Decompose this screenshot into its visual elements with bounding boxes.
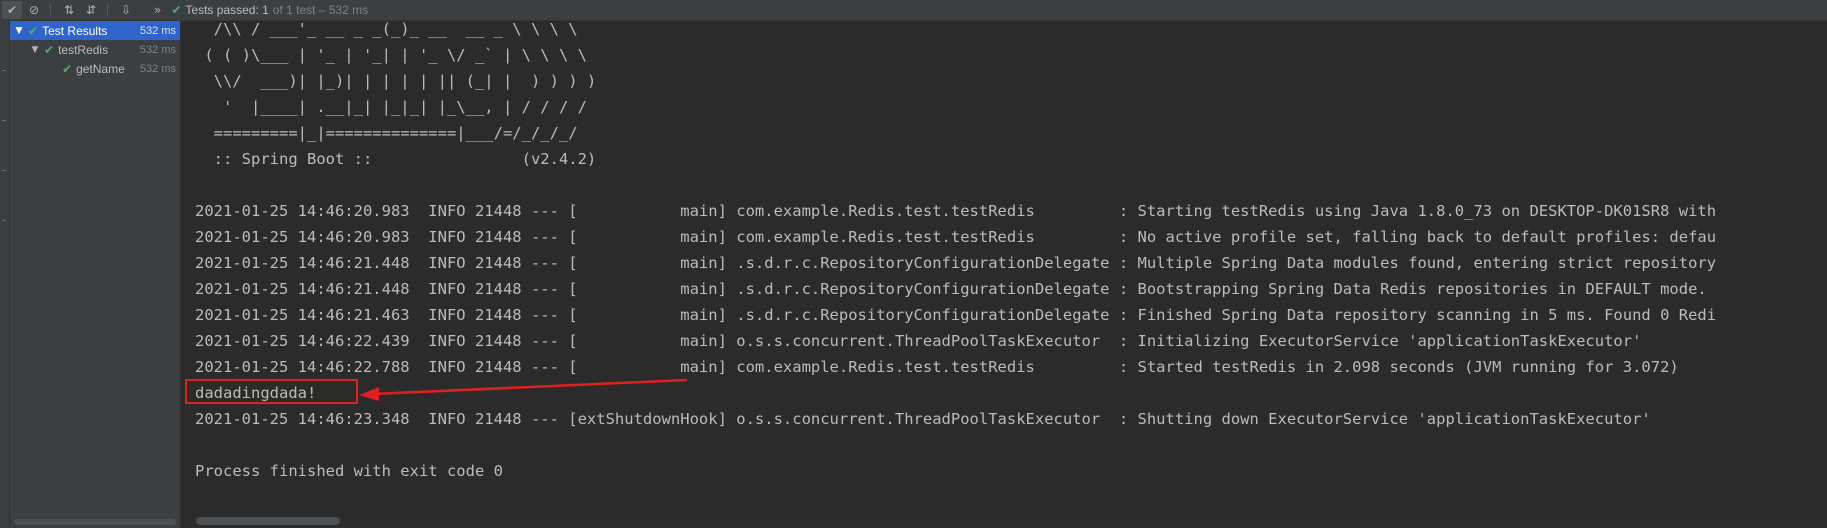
sort-duration-icon: ⇵: [85, 3, 97, 17]
console-line: ' |____| .__|_| |_|_| |_\__, | / / / /: [195, 98, 587, 116]
console-line: 2021-01-25 14:46:23.348 INFO 21448 --- […: [195, 410, 1651, 428]
console-line: ( ( )\___ | '_ | '_| | '_ \/ _` | \ \ \ …: [195, 46, 587, 64]
tree-item-duration: 532 ms: [139, 24, 176, 37]
status-detail: of 1 test – 532 ms: [272, 3, 369, 17]
import-tests-button[interactable]: ⇩: [116, 1, 136, 19]
show-ignored-button[interactable]: ⊘: [24, 1, 44, 19]
console-line: 2021-01-25 14:46:20.983 INFO 21448 --- […: [195, 228, 1717, 246]
console-line: 2021-01-25 14:46:20.983 INFO 21448 --- […: [195, 202, 1717, 220]
chevron-down-icon[interactable]: ▼: [30, 45, 40, 55]
sort-alpha-button[interactable]: ⇅: [59, 1, 79, 19]
tree-item-test-results[interactable]: ▼ ✔ Test Results 532 ms: [10, 21, 180, 40]
test-results-tree: ▼ ✔ Test Results 532 ms ▼ ✔ testRedis 53…: [10, 21, 181, 528]
sort-duration-button[interactable]: ⇵: [81, 1, 101, 19]
show-ignored-icon: ⊘: [28, 3, 40, 17]
sort-alpha-icon: ⇅: [63, 3, 75, 17]
chevron-down-icon[interactable]: ▼: [14, 26, 24, 36]
console-line: :: Spring Boot :: (v2.4.2): [195, 150, 597, 168]
console-line: Process finished with exit code 0: [195, 462, 503, 480]
check-icon: ✔: [44, 42, 55, 57]
tree-item-testredis[interactable]: ▼ ✔ testRedis 532 ms: [10, 40, 180, 59]
console-line: 2021-01-25 14:46:21.448 INFO 21448 --- […: [195, 254, 1717, 272]
tree-item-getname[interactable]: ✔ getName 532 ms: [10, 59, 180, 78]
check-icon: ✔: [28, 23, 39, 38]
status-passed: Tests passed: 1: [185, 3, 269, 17]
test-status: ✔ Tests passed: 1 of 1 test – 532 ms: [171, 3, 368, 17]
check-icon: ✔: [62, 61, 73, 76]
console-line: 2021-01-25 14:46:22.439 INFO 21448 --- […: [195, 332, 1642, 350]
tree-item-label: Test Results: [42, 23, 108, 38]
side-tool-strip: [0, 20, 10, 528]
console-horizontal-scrollbar[interactable]: [196, 517, 340, 525]
tree-item-duration: 532 ms: [139, 43, 176, 56]
tree-item-label: getName: [76, 61, 125, 76]
check-icon: ✔: [171, 3, 182, 17]
tree-item-duration: 532 ms: [139, 62, 176, 75]
console-line: 2021-01-25 14:46:21.448 INFO 21448 --- […: [195, 280, 1707, 298]
annotation-box: [185, 379, 358, 404]
more-actions-icon[interactable]: »: [154, 3, 161, 17]
tree-item-label: testRedis: [58, 42, 109, 57]
test-runner-toolbar: ✔ ⊘ ⇅ ⇵ ⇩ » ✔ Tests passed: 1 of 1 test …: [0, 0, 1827, 21]
console-line: /\\ / ___'_ __ _ _(_)_ __ __ _ \ \ \ \: [195, 21, 578, 38]
show-passed-button[interactable]: ✔: [2, 1, 22, 19]
console-line: =========|_|==============|___/=/_/_/_/: [195, 124, 578, 142]
console-line: \\/ ___)| |_)| | | | | || (_| | ) ) ) ): [195, 72, 597, 90]
show-passed-icon: ✔: [6, 3, 18, 17]
annotation-arrow-icon: [359, 378, 688, 401]
import-icon: ⇩: [120, 3, 132, 17]
tree-horizontal-scrollbar[interactable]: [14, 519, 176, 525]
console-output[interactable]: /\\ / ___'_ __ _ _(_)_ __ __ _ \ \ \ \ (…: [181, 21, 1827, 528]
toolbar-divider: [50, 3, 51, 17]
toolbar-divider: [107, 3, 108, 17]
console-line: 2021-01-25 14:46:21.463 INFO 21448 --- […: [195, 306, 1717, 324]
